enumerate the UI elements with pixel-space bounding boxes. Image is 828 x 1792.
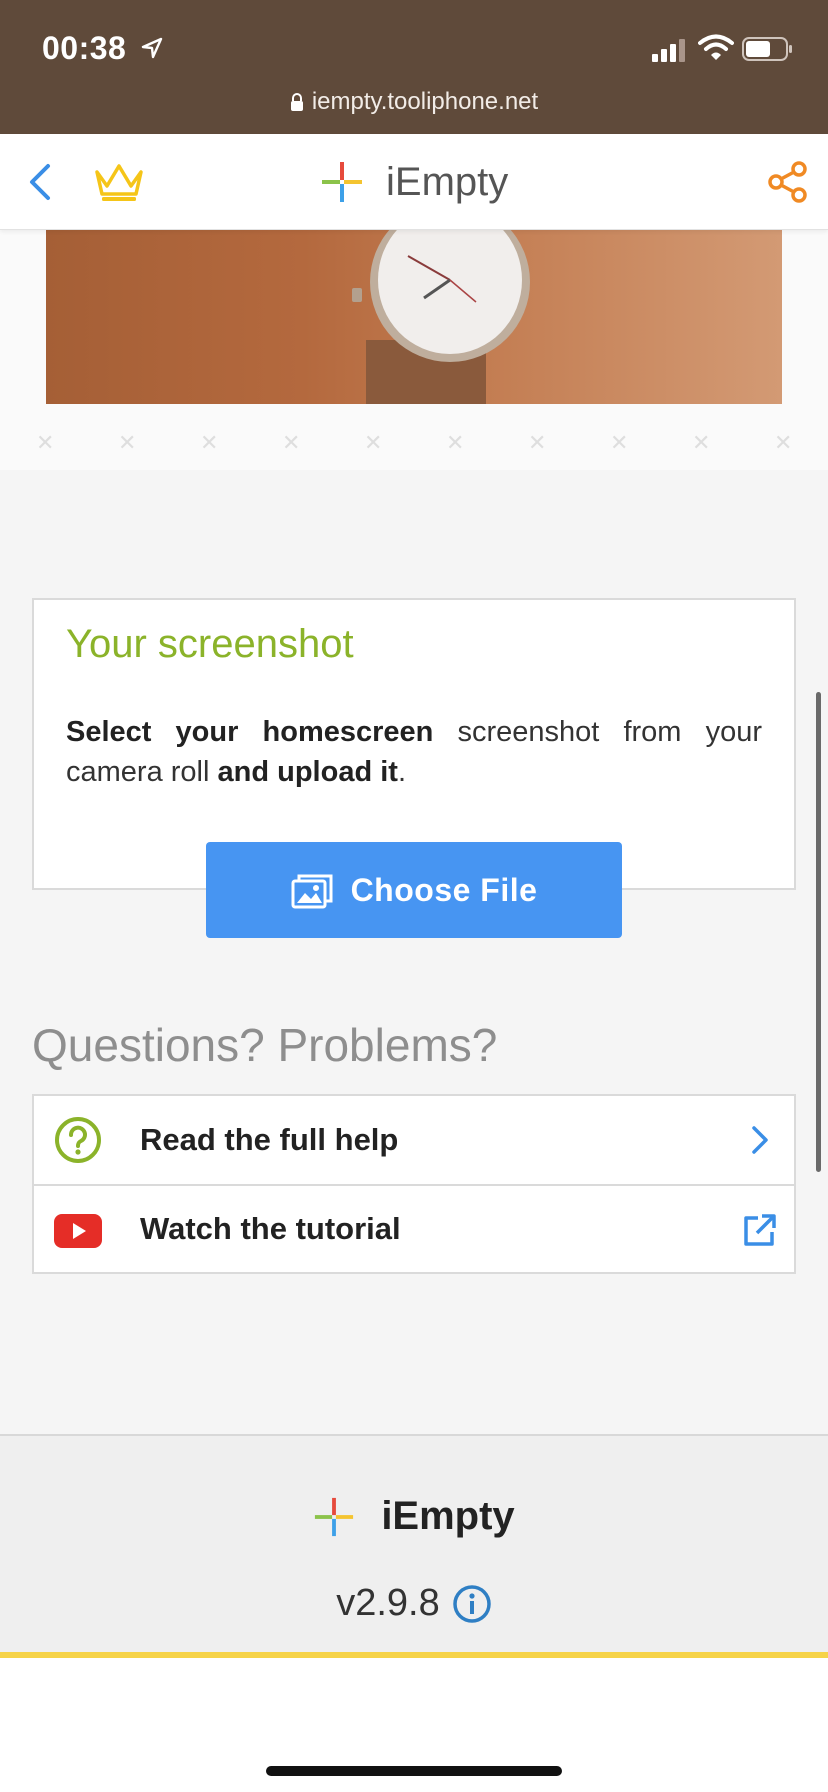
nav-brand: iEmpty xyxy=(320,156,508,208)
plus-logo-icon xyxy=(315,1497,354,1536)
top-nav-bar: iEmpty xyxy=(0,134,828,230)
plus-logo-icon xyxy=(322,162,362,202)
footer-version: v2.9.8 xyxy=(0,1582,828,1625)
footer: iEmpty v2.9.8 xyxy=(0,1434,828,1656)
pattern-mark: ✕ xyxy=(118,430,137,455)
wifi-icon xyxy=(698,34,734,60)
battery-icon xyxy=(742,37,792,61)
location-arrow-icon xyxy=(141,37,163,59)
card-instructions: Select your homescreen screenshot from y… xyxy=(66,712,762,792)
choose-file-label: Choose File xyxy=(350,871,538,908)
version-text: v2.9.8 xyxy=(336,1582,440,1624)
card-title: Your screenshot xyxy=(66,622,354,666)
youtube-icon xyxy=(54,1214,102,1248)
pattern-mark: ✕ xyxy=(282,430,301,455)
help-label-read: Read the full help xyxy=(140,1122,399,1157)
instruction-bold-1: Select your homescreen xyxy=(66,716,434,748)
share-icon[interactable] xyxy=(766,160,810,204)
info-icon[interactable] xyxy=(452,1584,492,1624)
url-text: iempty.tooliphone.net xyxy=(311,88,539,115)
url-bar[interactable]: iempty.tooliphone.net xyxy=(0,88,828,116)
status-time: 00:38 xyxy=(42,30,127,66)
question-circle-icon xyxy=(55,1117,101,1163)
choose-file-button[interactable]: Choose File xyxy=(206,842,622,938)
watch-illustration xyxy=(352,230,530,404)
photos-icon xyxy=(291,874,333,909)
scrollbar[interactable] xyxy=(816,692,821,1172)
hero-area: ✕ ✕ ✕ ✕ ✕ ✕ ✕ ✕ ✕ ✕ xyxy=(0,230,828,470)
help-label-tutorial: Watch the tutorial xyxy=(140,1211,401,1246)
crown-icon[interactable] xyxy=(92,160,146,204)
home-indicator[interactable] xyxy=(266,1766,562,1776)
pattern-mark: ✕ xyxy=(774,430,793,455)
help-row-tutorial[interactable]: Watch the tutorial xyxy=(34,1184,794,1272)
lock-icon xyxy=(290,93,303,111)
questions-heading: Questions? Problems? xyxy=(32,1019,498,1071)
example-photo xyxy=(46,230,782,404)
back-chevron-icon[interactable] xyxy=(26,160,54,204)
pattern-mark: ✕ xyxy=(36,430,55,455)
pattern-mark: ✕ xyxy=(692,430,711,455)
instruction-text-2: . xyxy=(397,756,406,788)
pattern-mark: ✕ xyxy=(200,430,219,455)
pattern-mark: ✕ xyxy=(446,430,465,455)
pattern-mark: ✕ xyxy=(610,430,629,455)
pattern-mark: ✕ xyxy=(528,430,547,455)
pattern-mark: ✕ xyxy=(364,430,383,455)
external-link-icon xyxy=(744,1214,776,1246)
help-list: Read the full help Watch the tutorial xyxy=(32,1094,796,1274)
nav-title: iEmpty xyxy=(386,159,509,204)
instruction-bold-2: and upload it xyxy=(217,756,398,788)
footer-title: iEmpty xyxy=(381,1494,515,1538)
chevron-right-icon xyxy=(752,1126,768,1154)
status-bar: 00:38 iempty.tooliphone.net xyxy=(0,0,828,134)
help-row-read[interactable]: Read the full help xyxy=(34,1096,794,1184)
footer-brand: iEmpty xyxy=(0,1494,828,1539)
signal-icon xyxy=(652,39,685,62)
